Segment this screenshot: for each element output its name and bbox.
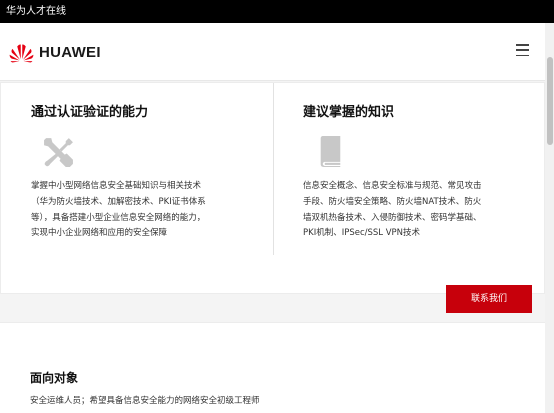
- ability-description: 掌握中小型网络信息安全基础知识与相关技术 （华为防火墙技术、加解密技术、PKI证…: [31, 179, 263, 242]
- knowledge-line: 墙双机热备技术、入侵防御技术、密码学基础、: [303, 212, 482, 223]
- book-icon: [320, 136, 341, 167]
- column-divider: [273, 83, 274, 255]
- ability-line: 掌握中小型网络信息安全基础知识与相关技术: [31, 181, 202, 191]
- brand-name: HUAWEI: [39, 43, 101, 61]
- ability-line: 实现中小企业网络和应用的安全保障: [31, 228, 168, 239]
- ability-line: （华为防火墙技术、加解密技术、PKI证书体系: [31, 196, 206, 207]
- ability-line: 等），具备搭建小型企业信息安全网络的能力，: [31, 212, 206, 223]
- knowledge-line: 手段、防火墙安全策略、防火墙NAT技术、防火: [303, 196, 482, 207]
- contact-us-button[interactable]: 联系我们: [446, 285, 532, 313]
- knowledge-title: 建议掌握的知识: [303, 105, 395, 120]
- knowledge-description: 信息安全概念、信息安全标准与规范、常见攻击 手段、防火墙安全策略、防火墙NAT技…: [303, 179, 535, 242]
- window-title-bar: 华为人才在线: [0, 0, 554, 23]
- ability-title: 通过认证验证的能力: [31, 105, 149, 120]
- knowledge-line: 信息安全概念、信息安全标准与规范、常见攻击: [303, 181, 482, 191]
- window-title: 华为人才在线: [6, 6, 66, 17]
- audience-title: 面向对象: [30, 371, 79, 385]
- huawei-logo[interactable]: HUAWEI: [8, 41, 101, 63]
- scrollbar-thumb[interactable]: [547, 57, 553, 145]
- tools-icon: [44, 138, 73, 167]
- audience-section: 面向对象 安全运维人员；希望具备信息安全能力的网络安全初级工程师: [0, 322, 545, 413]
- knowledge-line: PKI机制、IPSec/SSL VPN技术: [303, 228, 421, 239]
- hamburger-menu-icon[interactable]: [516, 44, 529, 56]
- huawei-flower-icon: [9, 43, 34, 62]
- certification-card: 通过认证验证的能力 掌握中小型网络信息安全基础知识与相关技术 （华为防火墙技术、…: [0, 82, 545, 294]
- audience-text: 安全运维人员；希望具备信息安全能力的网络安全初级工程师: [30, 396, 260, 406]
- site-header: HUAWEI: [0, 23, 545, 81]
